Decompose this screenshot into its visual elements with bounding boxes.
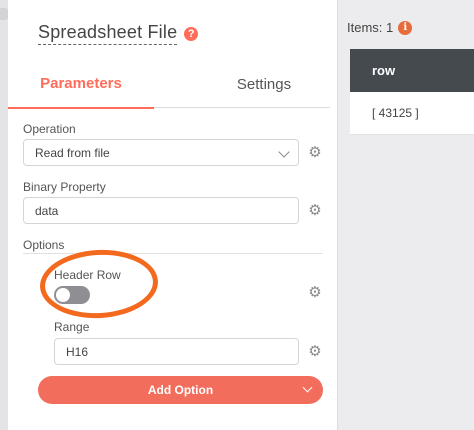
binary-property-input[interactable]: data <box>23 197 299 224</box>
options-label: Options <box>23 238 65 252</box>
range-input[interactable]: H16 <box>54 338 299 365</box>
output-table: row [ 43125 ] <box>350 49 474 135</box>
gear-icon[interactable]: ⚙ <box>307 344 323 360</box>
gear-icon[interactable]: ⚙ <box>307 285 323 301</box>
info-icon[interactable]: i <box>398 20 413 35</box>
help-icon[interactable]: ? <box>184 26 199 41</box>
add-option-button[interactable]: Add Option <box>38 376 323 404</box>
range-label: Range <box>54 320 90 334</box>
gear-icon[interactable]: ⚙ <box>307 203 323 219</box>
chevron-down-icon <box>278 146 290 158</box>
tab-parameters[interactable]: Parameters <box>8 60 154 109</box>
annotation-circle <box>38 246 160 322</box>
items-count: Items: 1 i <box>347 20 413 35</box>
tab-bar: Parameters Settings <box>8 60 330 109</box>
items-count-text: Items: 1 <box>347 20 394 35</box>
gear-icon[interactable]: ⚙ <box>307 145 323 161</box>
node-parameters-panel: Spreadsheet File ? Parameters Settings O… <box>8 0 338 430</box>
binary-property-value: data <box>35 203 59 218</box>
options-divider <box>23 253 323 254</box>
table-header-row: row <box>350 49 474 92</box>
operation-select-value: Read from file <box>35 145 110 160</box>
operation-select[interactable]: Read from file <box>23 139 299 166</box>
tab-settings[interactable]: Settings <box>194 60 334 108</box>
add-option-label: Add Option <box>147 383 214 397</box>
operation-label: Operation <box>23 122 76 136</box>
table-row: [ 43125 ] <box>350 92 474 135</box>
range-value: H16 <box>66 344 89 359</box>
node-title-text[interactable]: Spreadsheet File <box>38 22 178 45</box>
binary-property-label: Binary Property <box>23 180 106 194</box>
chevron-down-icon <box>302 382 313 393</box>
canvas-handle <box>0 8 8 20</box>
node-title: Spreadsheet File ? <box>38 22 199 45</box>
